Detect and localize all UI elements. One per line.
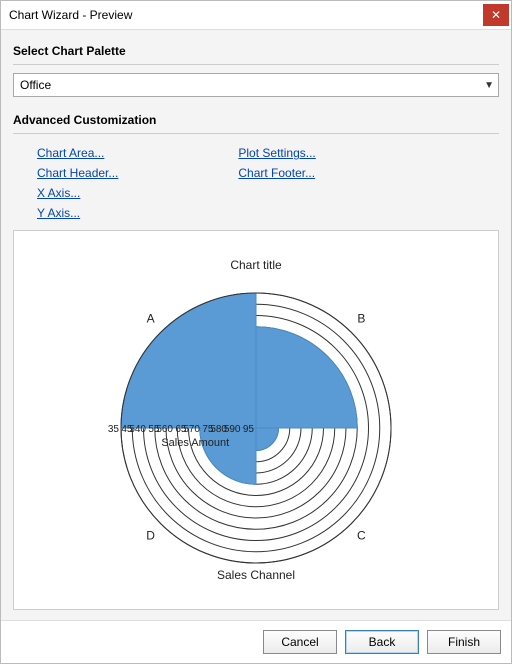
svg-text:Sales Channel: Sales Channel: [217, 568, 295, 582]
svg-text:C: C: [357, 528, 366, 542]
link-chart-header[interactable]: Chart Header...: [37, 166, 118, 180]
advanced-links-left: Chart Area... Chart Header... X Axis... …: [37, 146, 118, 220]
chevron-down-icon: ▼: [484, 80, 494, 91]
svg-text:Chart title: Chart title: [230, 258, 282, 272]
chart-wizard-window: Chart Wizard - Preview ✕ Select Chart Pa…: [0, 0, 512, 664]
close-button[interactable]: ✕: [483, 4, 509, 26]
svg-text:570: 570: [183, 424, 200, 435]
separator: [13, 64, 499, 65]
palette-select[interactable]: Office ▼: [13, 73, 499, 97]
link-plot-settings[interactable]: Plot Settings...: [238, 146, 315, 160]
svg-text:D: D: [146, 528, 155, 542]
palette-heading: Select Chart Palette: [13, 44, 499, 58]
advanced-links: Chart Area... Chart Header... X Axis... …: [37, 146, 499, 220]
link-chart-area[interactable]: Chart Area...: [37, 146, 118, 160]
chart-preview-panel: ABCD354554055560655707558059095Sales Amo…: [13, 230, 499, 610]
svg-text:A: A: [147, 312, 155, 326]
palette-select-wrap: Office ▼: [13, 73, 499, 97]
dialog-footer: Cancel Back Finish: [1, 620, 511, 663]
separator: [13, 133, 499, 134]
link-chart-footer[interactable]: Chart Footer...: [238, 166, 315, 180]
cancel-button[interactable]: Cancel: [263, 630, 337, 654]
close-icon: ✕: [491, 8, 501, 22]
polar-chart: ABCD354554055560655707558059095Sales Amo…: [16, 255, 496, 585]
svg-text:B: B: [357, 312, 365, 326]
finish-button[interactable]: Finish: [427, 630, 501, 654]
link-x-axis[interactable]: X Axis...: [37, 186, 118, 200]
advanced-heading: Advanced Customization: [13, 113, 499, 127]
svg-text:560: 560: [156, 424, 173, 435]
palette-select-value: Office: [20, 78, 51, 92]
svg-text:Sales Amount: Sales Amount: [161, 437, 229, 449]
svg-text:540: 540: [129, 424, 146, 435]
link-y-axis[interactable]: Y Axis...: [37, 206, 118, 220]
svg-text:35: 35: [108, 424, 120, 435]
dialog-body: Select Chart Palette Office ▼ Advanced C…: [1, 30, 511, 620]
advanced-links-right: Plot Settings... Chart Footer...: [238, 146, 315, 220]
back-button[interactable]: Back: [345, 630, 419, 654]
svg-text:95: 95: [243, 424, 255, 435]
titlebar: Chart Wizard - Preview ✕: [1, 1, 511, 30]
svg-text:590: 590: [224, 424, 241, 435]
window-title: Chart Wizard - Preview: [9, 8, 132, 22]
